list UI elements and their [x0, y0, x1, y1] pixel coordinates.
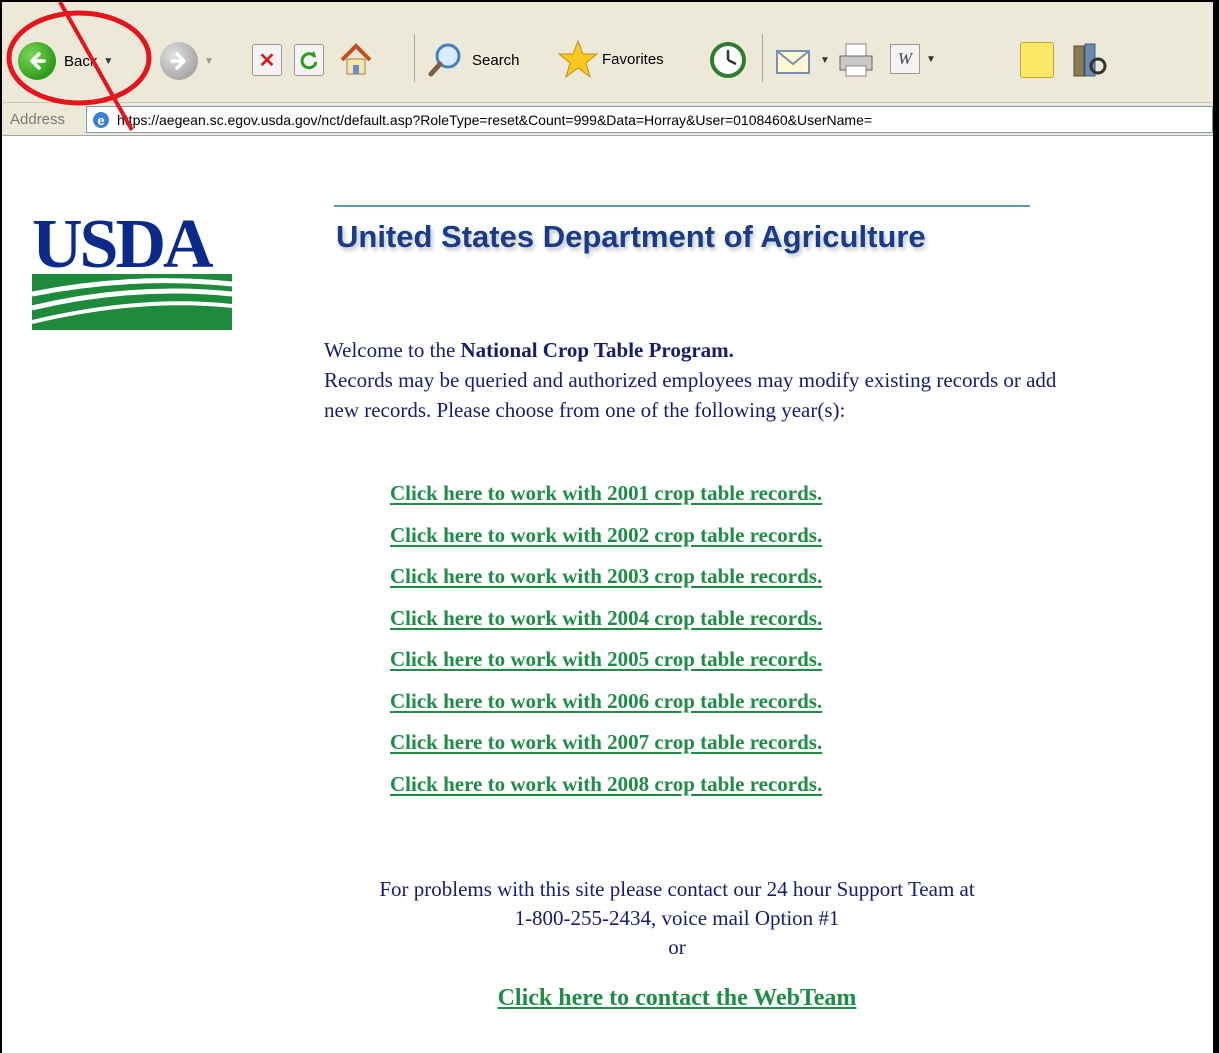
back-arrow-icon: [18, 42, 56, 80]
page-content: USDA United States Department of Agricul…: [2, 137, 1213, 1053]
toolbar-separator: [762, 34, 763, 82]
mail-dropdown-icon[interactable]: ▼: [820, 55, 830, 66]
welcome-message: Welcome to the National Crop Table Progr…: [324, 335, 1084, 425]
year-link-2005[interactable]: Click here to work with 2005 crop table …: [390, 647, 1090, 689]
support-phone: 1-800-255-2434, voice mail Option #1: [514, 906, 840, 930]
printer-icon: [839, 43, 873, 77]
forward-arrow-icon: [160, 42, 198, 80]
favorites-button[interactable]: Favorites: [558, 38, 664, 80]
research-button[interactable]: [1068, 40, 1108, 80]
search-button[interactable]: Search: [426, 40, 520, 80]
search-icon: [428, 43, 461, 77]
year-link-2008[interactable]: Click here to work with 2008 crop table …: [390, 772, 1090, 814]
toolbar-separator: [414, 34, 415, 82]
page-header: United States Department of Agriculture: [326, 205, 1030, 255]
usda-logo-fields-icon: [32, 274, 232, 330]
discuss-button[interactable]: [1020, 42, 1054, 78]
print-button[interactable]: [836, 40, 876, 80]
header-rule: [334, 205, 1030, 207]
page-title: United States Department of Agriculture: [336, 219, 926, 254]
year-link-2003[interactable]: Click here to work with 2003 crop table …: [390, 564, 1090, 606]
year-link-2007[interactable]: Click here to work with 2007 crop table …: [390, 730, 1090, 772]
forward-dropdown-icon[interactable]: ▼: [204, 56, 214, 67]
word-icon: W: [890, 44, 920, 74]
year-link-2002[interactable]: Click here to work with 2002 crop table …: [390, 523, 1090, 565]
back-dropdown-icon[interactable]: ▼: [103, 56, 113, 67]
ie-page-icon: e: [93, 111, 109, 128]
mail-icon: [776, 50, 810, 74]
address-bar: Address e https://aegean.sc.egov.usda.go…: [2, 102, 1213, 136]
favorites-button-label: Favorites: [602, 50, 664, 68]
history-icon: [710, 42, 746, 78]
address-field[interactable]: e https://aegean.sc.egov.usda.gov/nct/de…: [86, 106, 1213, 133]
home-icon: [340, 43, 372, 75]
history-button[interactable]: [708, 40, 748, 80]
support-line-1: For problems with this site please conta…: [379, 877, 975, 901]
welcome-body: Records may be queried and authorized em…: [324, 368, 1057, 422]
stop-icon: ✕: [252, 44, 282, 76]
back-button[interactable]: Back ▼: [18, 42, 113, 80]
year-link-2004[interactable]: Click here to work with 2004 crop table …: [390, 606, 1090, 648]
search-button-label: Search: [472, 51, 520, 69]
edit-button[interactable]: W ▼: [890, 44, 936, 74]
support-info: For problems with this site please conta…: [202, 875, 1152, 962]
refresh-icon: [294, 44, 324, 76]
support-or: or: [668, 935, 686, 959]
contact-webteam-link[interactable]: Click here to contact the WebTeam: [202, 985, 1152, 1012]
note-icon: [1020, 42, 1054, 78]
address-label: Address: [10, 111, 66, 128]
year-link-2001[interactable]: Click here to work with 2001 crop table …: [390, 481, 1090, 523]
address-url: https://aegean.sc.egov.usda.gov/nct/defa…: [117, 111, 873, 128]
usda-logo: USDA: [32, 210, 232, 330]
star-icon: [558, 39, 598, 79]
program-name: National Crop Table Program.: [460, 338, 734, 362]
back-button-label: Back: [64, 52, 98, 70]
window-frame-right: [1213, 0, 1219, 1053]
edit-dropdown-icon[interactable]: ▼: [926, 54, 936, 65]
stop-button[interactable]: ✕: [252, 44, 282, 76]
year-link-2006[interactable]: Click here to work with 2006 crop table …: [390, 689, 1090, 731]
research-icon: [1073, 43, 1107, 77]
forward-button[interactable]: ▼: [160, 42, 214, 80]
refresh-button[interactable]: [294, 44, 324, 76]
year-link-list: Click here to work with 2001 crop table …: [390, 481, 1090, 813]
usda-logo-text: USDA: [32, 206, 214, 283]
browser-toolbar: Back ▼ ▼ ✕ Search Favorites ▼ W ▼: [2, 2, 1213, 102]
mail-button[interactable]: ▼: [774, 42, 830, 78]
welcome-prefix: Welcome to the: [324, 338, 461, 362]
svg-text:e: e: [97, 113, 104, 128]
home-button[interactable]: [336, 40, 376, 80]
